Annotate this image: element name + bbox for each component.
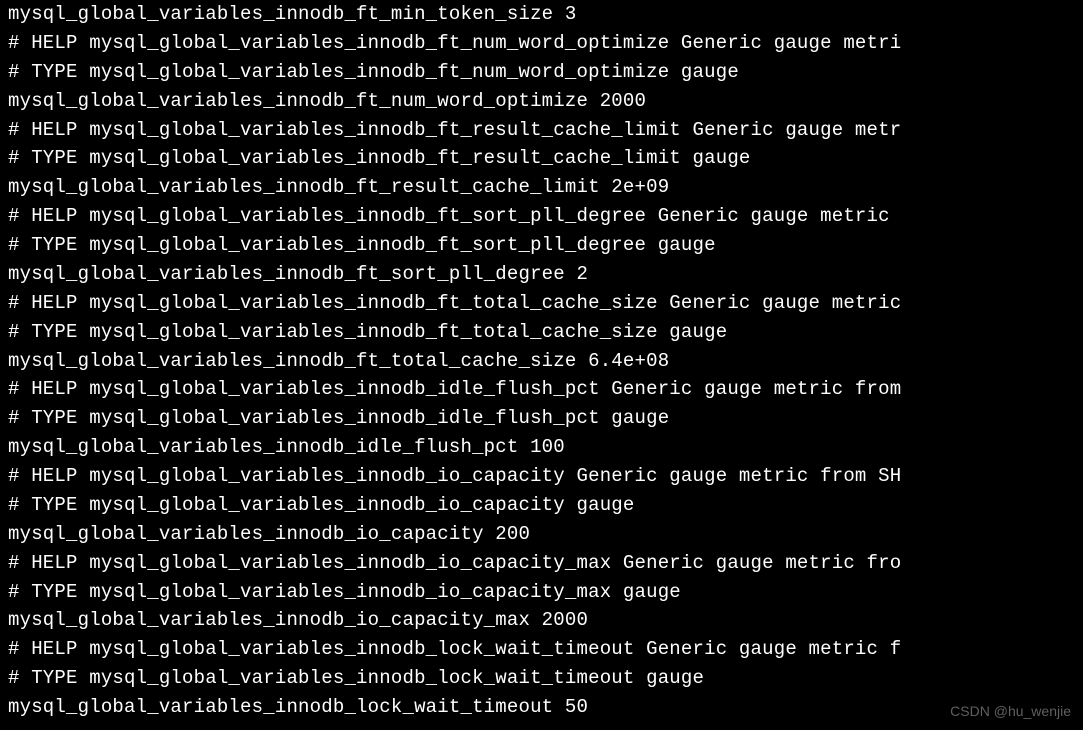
metric-line: mysql_global_variables_innodb_io_capacit… [8,520,1083,549]
type-line: # TYPE mysql_global_variables_innodb_loc… [8,664,1083,693]
metric-line: mysql_global_variables_innodb_ft_sort_pl… [8,260,1083,289]
help-line: # HELP mysql_global_variables_innodb_io_… [8,462,1083,491]
type-line: # TYPE mysql_global_variables_innodb_ft_… [8,58,1083,87]
metric-line: mysql_global_variables_innodb_ft_num_wor… [8,87,1083,116]
type-line: # TYPE mysql_global_variables_innodb_ft_… [8,318,1083,347]
type-line: # TYPE mysql_global_variables_innodb_ft_… [8,231,1083,260]
help-line: # HELP mysql_global_variables_innodb_ft_… [8,202,1083,231]
metric-line: mysql_global_variables_innodb_lock_wait_… [8,693,1083,722]
help-line: # HELP mysql_global_variables_innodb_io_… [8,549,1083,578]
metric-line: mysql_global_variables_innodb_ft_min_tok… [8,0,1083,29]
type-line: # TYPE mysql_global_variables_innodb_io_… [8,578,1083,607]
type-line: # TYPE mysql_global_variables_innodb_io_… [8,491,1083,520]
watermark-text: CSDN @hu_wenjie [950,701,1071,722]
metric-line: mysql_global_variables_innodb_idle_flush… [8,433,1083,462]
help-line: # HELP mysql_global_variables_innodb_ft_… [8,29,1083,58]
metric-line: mysql_global_variables_innodb_ft_total_c… [8,347,1083,376]
type-line: # TYPE mysql_global_variables_innodb_ft_… [8,144,1083,173]
help-line: # HELP mysql_global_variables_innodb_loc… [8,635,1083,664]
help-line: # HELP mysql_global_variables_innodb_ft_… [8,116,1083,145]
help-line: # HELP mysql_global_variables_innodb_ft_… [8,289,1083,318]
terminal-output[interactable]: mysql_global_variables_innodb_ft_min_tok… [0,0,1083,722]
type-line: # TYPE mysql_global_variables_innodb_idl… [8,404,1083,433]
help-line: # HELP mysql_global_variables_innodb_idl… [8,375,1083,404]
metric-line: mysql_global_variables_innodb_io_capacit… [8,606,1083,635]
metric-line: mysql_global_variables_innodb_ft_result_… [8,173,1083,202]
